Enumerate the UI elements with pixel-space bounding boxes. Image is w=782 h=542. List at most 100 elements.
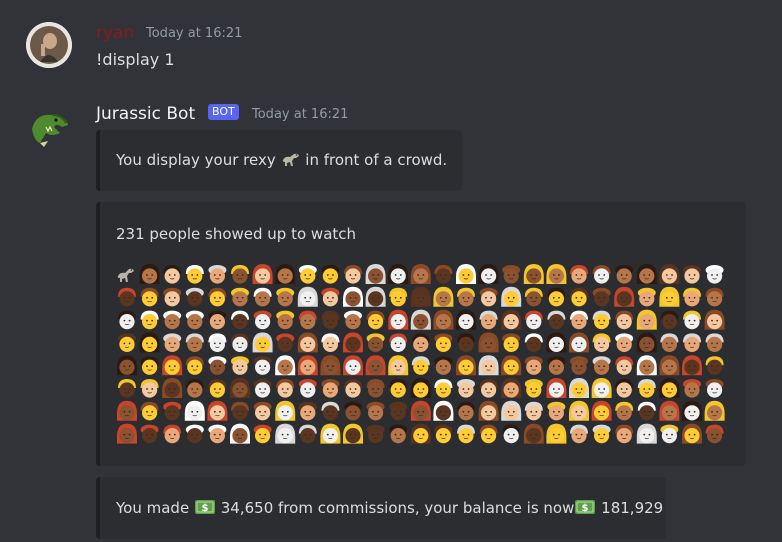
crowd-person-icon: [502, 333, 521, 352]
crowd-person-icon: [230, 423, 250, 444]
crowd-person-icon: [547, 287, 566, 307]
crowd-person-icon: [231, 265, 249, 284]
balance-amount: 181,929: [601, 499, 664, 517]
crowd-person-icon: [275, 400, 296, 421]
crowd-person-icon: [457, 287, 475, 307]
crowd-person-icon: [231, 333, 249, 352]
crowd-person-icon: [253, 379, 272, 398]
crowd-person-icon: [570, 265, 588, 284]
crowd-person-icon: [591, 378, 612, 398]
crowd-person-icon: [434, 424, 453, 444]
crowd-person-icon: [321, 265, 340, 284]
crowd-person-icon: [163, 333, 182, 352]
crowd-person-icon: [683, 310, 701, 330]
display-text-before: You display your rexy: [116, 151, 276, 169]
crowd-person-icon: [275, 355, 296, 376]
crowd-person-icon: [297, 355, 318, 376]
crowd-person-icon: [636, 355, 657, 376]
crowd-person-icon: [140, 287, 159, 307]
crowd-person-icon: [705, 356, 724, 375]
crowd-person-icon: [636, 309, 657, 330]
crowd-person-icon: [592, 287, 611, 307]
crowd-person-icon: [615, 401, 634, 421]
crowd-person-icon: [208, 287, 227, 307]
crowd-person-icon: [343, 286, 363, 307]
crowd-person-icon: [163, 401, 182, 421]
crowd-person-icon: [410, 378, 431, 398]
crowd-person-icon: [501, 355, 522, 376]
crowd-person-icon: [410, 286, 431, 307]
bot-badge: BOT: [208, 104, 239, 120]
crowd-person-icon: [253, 401, 272, 421]
crowd-person-icon: [411, 356, 430, 375]
crowd-person-icon: [569, 400, 589, 421]
crowd-person-icon: [253, 287, 272, 307]
crowd-person-icon: [705, 379, 724, 398]
embed-crowd: 231 people showed up to watch: [96, 202, 746, 466]
crowd-person-icon: [659, 355, 680, 376]
crowd-person-icon: [275, 423, 296, 444]
crowd-person-icon: [592, 356, 611, 375]
crowd-person-icon: [592, 310, 611, 330]
money-icon: $: [574, 498, 596, 521]
crowd-person-icon: [434, 265, 453, 284]
username-jurassic-bot[interactable]: Jurassic Bot: [96, 103, 195, 125]
crowd-person-icon: [185, 310, 204, 330]
crowd-person-icon: [118, 287, 136, 307]
crowd-person-icon: [118, 333, 136, 352]
crowd-person-icon: [252, 332, 273, 353]
crowd-person-icon: [524, 356, 543, 375]
crowd-person-icon: [682, 355, 702, 376]
crowd-person-icon: [433, 286, 454, 307]
crowd-person-icon: [478, 264, 499, 284]
crowd-person-icon: [637, 379, 656, 398]
crowd-person-icon: [524, 401, 543, 421]
crowd-person-icon: [683, 333, 701, 352]
crowd-person-icon: [592, 424, 611, 444]
crowd-person-icon: [660, 310, 679, 330]
crowd-person-icon: [660, 424, 679, 444]
crowd-person-icon: [231, 356, 249, 375]
crowd-person-icon: [230, 378, 250, 398]
crowd-person-icon: [478, 355, 499, 376]
crowd-person-icon: [637, 287, 656, 307]
crowd-person-icon: [117, 400, 137, 421]
embed-display: You display your rexy in front of a crow…: [96, 130, 462, 191]
crowd-person-icon: [297, 332, 318, 353]
crowd-person-icon: [140, 424, 159, 444]
crowd-person-icon: [344, 310, 362, 330]
crowd-person-icon: [479, 424, 498, 444]
crowd-person-icon: [502, 424, 521, 444]
crowd-person-icon: [163, 310, 182, 330]
crowd-person-icon: [365, 355, 386, 376]
crowd-person-icon: [501, 286, 522, 307]
crowd-person-icon: [547, 401, 566, 421]
bot-avatar[interactable]: [26, 103, 72, 149]
crowd-person-icon: [456, 309, 476, 330]
crowd-person-icon: [208, 356, 227, 375]
crowd-person-icon: [185, 265, 204, 284]
crowd-person-icon: [276, 287, 295, 307]
crowd-person-icon: [389, 379, 408, 398]
crowd-person-icon: [389, 424, 408, 444]
crowd-person-icon: [231, 401, 249, 421]
crowd-person-icon: [570, 287, 588, 307]
crowd-person-icon: [479, 287, 498, 307]
crowd-person-icon: [185, 287, 204, 307]
crowd-person-icon: [117, 355, 137, 376]
crowd-person-icon: [570, 356, 588, 375]
crowd-person-icon: [570, 424, 588, 444]
crowd-person-icon: [523, 264, 544, 284]
crowd-person-icon: [344, 401, 362, 421]
crowd-person-icon: [343, 423, 363, 444]
crowd-person-icon: [344, 265, 362, 284]
crowd-person-icon: [524, 287, 543, 307]
crowd-person-icon: [569, 332, 589, 353]
crowd-person-icon: [660, 333, 679, 352]
crowd-person-icon: [478, 400, 499, 421]
crowd-person-icon: [163, 287, 182, 307]
crowd-person-icon: [185, 424, 204, 444]
crowd-person-icon: [185, 356, 204, 375]
crowd-person-icon: [162, 378, 183, 398]
crowd-dinosaur-icon: [117, 268, 134, 282]
